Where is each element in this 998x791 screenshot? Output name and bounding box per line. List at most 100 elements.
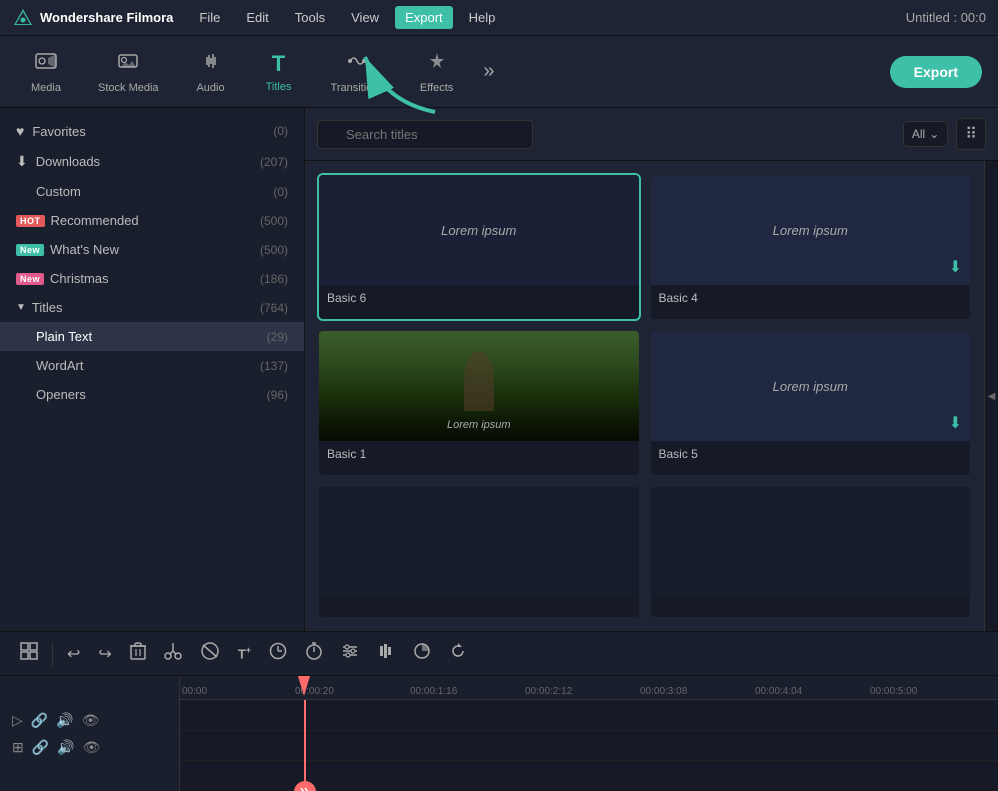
tl-cut-btn[interactable] [156, 638, 190, 669]
basic4-download-icon[interactable]: ⬇ [949, 257, 962, 277]
tl-nocut-btn[interactable] [192, 638, 228, 669]
tl-clock-btn[interactable] [261, 638, 295, 669]
sidebar-item-recommended[interactable]: HOT Recommended (500) [0, 206, 304, 235]
basic5-download-icon[interactable]: ⬇ [949, 413, 962, 433]
content-header: 🔍 All ⌄ ⠿ [305, 108, 998, 161]
menu-file[interactable]: File [189, 6, 230, 29]
new-badge-1: New [16, 244, 44, 256]
menu-export[interactable]: Export [395, 6, 453, 29]
app-logo-icon [12, 7, 34, 29]
ruler-mark-3: 00:00:2:12 [525, 686, 572, 697]
sidebar-item-favorites[interactable]: ♥ Favorites (0) [0, 116, 304, 146]
basic4-thumb: Lorem ipsum ⬇ [651, 175, 971, 285]
basic5-label: Basic 5 [651, 441, 971, 467]
eye-icon[interactable]: 👁 [82, 712, 100, 729]
tl-eq-btn[interactable] [333, 638, 367, 669]
custom-label: Custom [36, 184, 81, 199]
toolbar-stock-media[interactable]: Stock Media [84, 44, 173, 100]
tl-undo-btn[interactable]: ↩ [59, 640, 88, 668]
title-card-basic1[interactable]: Lorem ipsum Basic 1 [319, 331, 639, 475]
titles-grid: Lorem ipsum Basic 6 Lorem ipsum ⬇ Basic … [305, 161, 984, 631]
volume-icon[interactable]: 🔊 [56, 712, 73, 729]
title-card-empty1[interactable] [319, 487, 639, 617]
tl-audio-btn[interactable] [369, 638, 403, 669]
menu-view[interactable]: View [341, 6, 389, 29]
christmas-count: (186) [260, 272, 288, 286]
toolbar-audio[interactable]: Audio [181, 44, 241, 100]
collapse-handle[interactable]: ◀ [984, 161, 998, 631]
main-content: ♥ Favorites (0) ⬇ Downloads (207) Custom… [0, 108, 998, 631]
track-line-2 [180, 760, 998, 761]
search-wrap: 🔍 [317, 120, 895, 149]
mute-icon[interactable]: 🔊 [57, 739, 74, 756]
tl-timer-btn[interactable] [297, 638, 331, 669]
toolbar-more[interactable]: » [475, 56, 502, 87]
basic1-thumb: Lorem ipsum [319, 331, 639, 441]
sidebar-item-whats-new[interactable]: New What's New (500) [0, 235, 304, 264]
toolbar-titles[interactable]: T Titles [249, 45, 309, 99]
recommended-label: Recommended [51, 213, 139, 228]
basic6-label: Basic 6 [319, 285, 639, 311]
hide-icon[interactable]: 👁 [83, 739, 101, 756]
toolbar-effects-label: Effects [420, 82, 453, 94]
playhead-circle[interactable] [294, 781, 316, 791]
export-button[interactable]: Export [890, 56, 982, 88]
sidebar-item-christmas[interactable]: New Christmas (186) [0, 264, 304, 293]
menu-tools[interactable]: Tools [285, 6, 335, 29]
tl-ctrl-row-1: ▷ 🔗 🔊 👁 [12, 712, 167, 729]
basic6-text: Lorem ipsum [441, 223, 516, 238]
titles-section-label: Titles [32, 300, 63, 315]
tl-delete-btn[interactable] [122, 638, 154, 669]
collapse-icon: ◀ [988, 391, 996, 402]
downloads-label: Downloads [36, 154, 100, 169]
search-input[interactable] [317, 120, 533, 149]
link-icon[interactable]: 🔗 [31, 712, 48, 729]
wordart-label: WordArt [36, 358, 83, 373]
title-card-basic6[interactable]: Lorem ipsum Basic 6 [319, 175, 639, 319]
grid-toggle[interactable]: ⠿ [956, 118, 986, 150]
tl-rotate-btn[interactable] [441, 638, 475, 669]
add-track-icon[interactable]: ⊞ [12, 739, 24, 756]
app-logo: Wondershare Filmora [12, 7, 173, 29]
sidebar-section-titles[interactable]: ▼ Titles (764) [0, 293, 304, 322]
tracks-area [180, 700, 998, 791]
timeline-toolbar: ↩ ↪ T+ [0, 632, 998, 676]
toolbar-transitions[interactable]: Transitions [317, 44, 398, 100]
openers-count: (96) [267, 388, 288, 402]
toolbar-effects[interactable]: Effects [406, 44, 467, 100]
sidebar-item-plain-text[interactable]: Plain Text (29) [0, 322, 304, 351]
sidebar-item-wordart[interactable]: WordArt (137) [0, 351, 304, 380]
toolbar-media[interactable]: Media [16, 44, 76, 100]
bottom-section: ↩ ↪ T+ [0, 631, 998, 791]
tl-color-btn[interactable] [405, 638, 439, 669]
sidebar-item-custom[interactable]: Custom (0) [0, 177, 304, 206]
menu-edit[interactable]: Edit [236, 6, 278, 29]
basic6-thumb: Lorem ipsum [319, 175, 639, 285]
menu-help[interactable]: Help [459, 6, 506, 29]
basic4-label: Basic 4 [651, 285, 971, 311]
sidebar-item-openers[interactable]: Openers (96) [0, 380, 304, 409]
play-icon[interactable]: ▷ [12, 712, 23, 729]
media-icon [34, 50, 58, 78]
ruler-mark-0: 00:00 [182, 686, 207, 697]
filter-select[interactable]: All ⌄ [903, 121, 948, 147]
new-badge-2: New [16, 273, 44, 285]
empty1-label [319, 597, 639, 609]
title-card-basic5[interactable]: Lorem ipsum ⬇ Basic 5 [651, 331, 971, 475]
tl-text-btn[interactable]: T+ [230, 641, 259, 665]
sidebar-item-downloads[interactable]: ⬇ Downloads (207) [0, 146, 304, 177]
toolbar-media-label: Media [31, 82, 61, 94]
tl-redo-btn[interactable]: ↪ [90, 640, 119, 668]
plain-text-label: Plain Text [36, 329, 92, 344]
ruler-mark-6: 00:00:5:00 [870, 686, 917, 697]
basic5-thumb: Lorem ipsum ⬇ [651, 331, 971, 441]
ruler-mark-5: 00:00:4:04 [755, 686, 802, 697]
menu-bar: Wondershare Filmora File Edit Tools View… [0, 0, 998, 36]
tl-grid-btn[interactable] [12, 638, 46, 669]
titles-icon: T [272, 51, 285, 77]
wordart-count: (137) [260, 359, 288, 373]
lock-icon[interactable]: 🔗 [32, 739, 49, 756]
empty2-label [651, 597, 971, 609]
title-card-basic4[interactable]: Lorem ipsum ⬇ Basic 4 [651, 175, 971, 319]
title-card-empty2[interactable] [651, 487, 971, 617]
